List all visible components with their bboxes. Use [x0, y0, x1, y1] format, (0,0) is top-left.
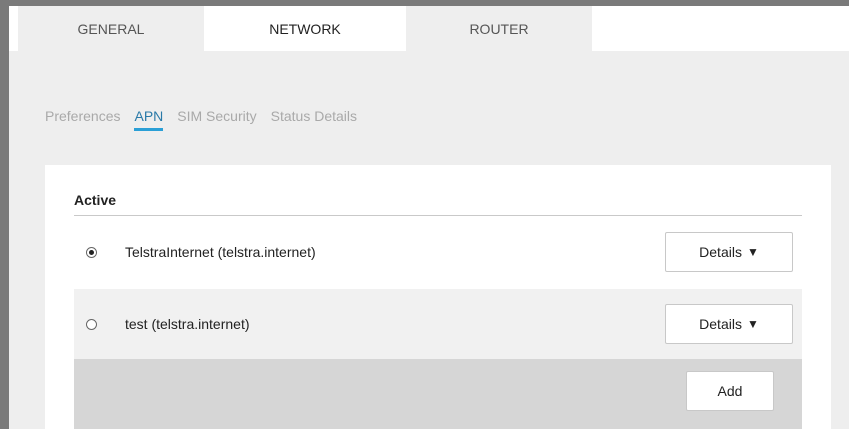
details-button-telstrainternet[interactable]: Details ▼ [665, 232, 793, 272]
add-apn-bar: Add [74, 359, 802, 429]
subnav-status-details[interactable]: Status Details [271, 108, 357, 128]
apn-radio-test[interactable] [86, 318, 97, 330]
subnav-preferences[interactable]: Preferences [45, 108, 120, 128]
apn-card: Active TelstraInternet (telstra.internet… [45, 165, 831, 429]
subnav-apn[interactable]: APN [134, 108, 163, 131]
radio-selected-dot [89, 249, 94, 255]
apn-row-telstrainternet: TelstraInternet (telstra.internet) Detai… [74, 217, 802, 287]
apn-label-telstrainternet: TelstraInternet (telstra.internet) [125, 244, 316, 260]
tab-network[interactable]: NETWORK [212, 6, 398, 51]
sub-navigation: Preferences APN SIM Security Status Deta… [45, 108, 371, 131]
tab-router[interactable]: ROUTER [406, 6, 592, 51]
apn-label-test: test (telstra.internet) [125, 316, 250, 332]
content-area: Preferences APN SIM Security Status Deta… [9, 51, 849, 429]
details-button-label: Details [699, 244, 742, 260]
subnav-sim-security[interactable]: SIM Security [177, 108, 256, 128]
caret-down-icon: ▼ [746, 317, 759, 331]
details-button-test[interactable]: Details ▼ [665, 304, 793, 344]
caret-down-icon: ▼ [746, 245, 759, 259]
section-divider [74, 215, 802, 216]
window-frame-left [0, 0, 9, 429]
top-tab-bar: GENERAL NETWORK ROUTER [9, 6, 849, 51]
section-title: Active [74, 192, 117, 208]
add-apn-button[interactable]: Add [686, 371, 774, 411]
apn-row-test: test (telstra.internet) Details ▼ [74, 289, 802, 359]
details-button-label: Details [699, 316, 742, 332]
apn-radio-telstrainternet[interactable] [86, 246, 97, 258]
tab-general[interactable]: GENERAL [18, 6, 204, 51]
